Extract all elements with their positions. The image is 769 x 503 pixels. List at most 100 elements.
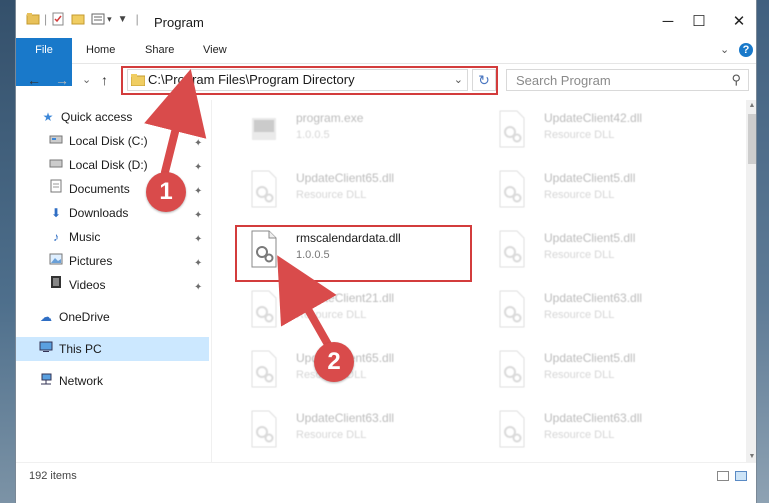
sidebar-item-videos[interactable]: Videos <box>49 273 105 297</box>
pin-icon[interactable]: ✦ <box>194 210 202 221</box>
properties-icon[interactable] <box>51 12 65 26</box>
quick-access-dropdown-icon[interactable]: ▼ <box>118 14 128 25</box>
step-badge-2: 2 <box>314 342 354 382</box>
sidebar-item-label: Downloads <box>69 206 129 220</box>
pin-icon[interactable]: ✦ <box>194 234 202 245</box>
scroll-up-icon[interactable]: ▲ <box>746 102 756 109</box>
customize-toolbar-icon[interactable] <box>91 12 105 26</box>
file-item[interactable]: UpdateClient65.dll Resource DLL <box>242 166 462 214</box>
sidebar-item-local-disk-d[interactable]: Local Disk (D:) <box>49 153 148 177</box>
file-name: UpdateClient21.dll <box>296 291 395 305</box>
videos-icon <box>49 273 63 297</box>
large-icons-view-icon[interactable] <box>735 471 747 481</box>
sidebar-item-quick-access[interactable]: ★ Quick access <box>41 105 133 129</box>
pin-icon[interactable]: ✦ <box>194 258 202 269</box>
file-item[interactable]: UpdateClient5.dll Resource DLL <box>490 346 730 394</box>
pin-icon[interactable]: ✦ <box>194 186 202 197</box>
new-folder-icon[interactable] <box>71 12 85 26</box>
scrollbar-thumb[interactable] <box>748 114 756 164</box>
drive-icon <box>49 129 63 153</box>
ribbon-expand-icon[interactable]: ⌄ <box>710 38 739 63</box>
recent-locations-icon[interactable]: ⌄ <box>82 73 91 86</box>
forward-arrow-icon[interactable]: → <box>55 72 69 88</box>
dll-file-icon <box>499 410 525 448</box>
window-title: Program <box>154 15 204 30</box>
tab-view[interactable]: View <box>193 38 237 63</box>
navigation-pane: ★ Quick access Local Disk (C:) ✦ Local Di… <box>16 100 211 462</box>
up-arrow-icon[interactable]: ↑ <box>101 72 108 88</box>
file-name: UpdateClient63.dll <box>544 291 643 305</box>
file-detail: Resource DLL <box>544 189 615 201</box>
chevron-down-icon[interactable]: ▾ <box>107 14 112 25</box>
maximize-button[interactable]: ☐ <box>684 9 714 35</box>
drive-icon <box>49 153 63 177</box>
sidebar-item-label: Music <box>69 230 101 244</box>
sidebar-item-music[interactable]: ♪ Music <box>49 225 100 249</box>
scroll-down-icon[interactable]: ▼ <box>746 453 756 460</box>
file-detail: Resource DLL <box>544 129 615 141</box>
file-item[interactable]: UpdateClient5.dll Resource DLL <box>490 226 730 274</box>
dll-file-icon <box>251 410 277 448</box>
back-arrow-icon[interactable]: ← <box>27 72 41 88</box>
file-item[interactable]: UpdateClient5.dll Resource DLL <box>490 166 730 214</box>
file-highlight-box <box>235 225 472 282</box>
pin-icon[interactable]: ✦ <box>194 282 202 293</box>
pin-icon[interactable]: ✦ <box>194 162 202 173</box>
sidebar-item-local-disk-c[interactable]: Local Disk (C:) <box>49 129 148 153</box>
tab-share[interactable]: Share <box>135 38 184 63</box>
navigation-bar: ← → ⌄ ↑ C:\Program Files\Program Directo… <box>16 63 756 99</box>
file-list: program.exe 1.0.0.5 UpdateClient42.dll R… <box>212 100 746 462</box>
step-badge-1: 1 <box>146 172 186 212</box>
sidebar-item-label: This PC <box>59 342 102 356</box>
address-highlight-box <box>121 66 498 95</box>
file-item[interactable]: UpdateClient63.dll Resource DLL <box>490 406 730 454</box>
search-icon[interactable]: ⚲ <box>731 72 741 88</box>
dll-file-icon <box>499 350 525 388</box>
toolbar-separator: | <box>135 12 139 26</box>
item-count: 192 items <box>29 470 77 482</box>
file-detail: Resource DLL <box>544 369 615 381</box>
star-icon: ★ <box>42 110 54 124</box>
sidebar-item-downloads[interactable]: ⬇ Downloads <box>49 201 128 225</box>
file-name: UpdateClient42.dll <box>544 111 643 125</box>
search-placeholder: Search Program <box>516 73 611 88</box>
tab-home[interactable]: Home <box>76 38 125 63</box>
file-item[interactable]: UpdateClient42.dll Resource DLL <box>490 106 730 154</box>
vertical-scrollbar[interactable]: ▲ ▼ <box>746 100 756 462</box>
details-view-icon[interactable] <box>717 471 729 481</box>
sidebar-item-label: Documents <box>69 182 130 196</box>
file-name: UpdateClient63.dll <box>544 411 643 425</box>
exe-file-icon <box>252 118 276 140</box>
close-button[interactable]: ✕ <box>724 9 754 35</box>
sidebar-item-onedrive[interactable]: ☁ OneDrive <box>39 305 110 329</box>
sidebar-item-label: Videos <box>69 278 106 292</box>
file-name: UpdateClient65.dll <box>296 171 395 185</box>
sidebar-item-label: Quick access <box>61 110 133 124</box>
search-box[interactable]: Search Program ⚲ <box>506 69 749 91</box>
sidebar-item-documents[interactable]: Documents <box>49 177 130 201</box>
desktop-background-left <box>0 0 15 503</box>
sidebar-item-label: Network <box>59 374 104 388</box>
pictures-icon <box>49 249 63 273</box>
file-detail: Resource DLL <box>296 429 367 441</box>
network-icon <box>39 369 53 393</box>
file-detail: Resource DLL <box>544 249 615 261</box>
file-detail: Resource DLL <box>544 429 615 441</box>
computer-icon <box>39 337 53 361</box>
file-item[interactable]: UpdateClient63.dll Resource DLL <box>490 286 730 334</box>
sidebar-item-label: OneDrive <box>59 310 110 324</box>
folder-icon[interactable] <box>26 12 40 26</box>
file-detail: 1.0.0.5 <box>296 129 330 141</box>
file-item[interactable]: program.exe 1.0.0.5 <box>242 106 462 154</box>
sidebar-item-network[interactable]: Network <box>39 369 103 393</box>
file-item[interactable]: UpdateClient21.dll Resource DLL <box>242 286 462 334</box>
file-item[interactable]: UpdateClient63.dll Resource DLL <box>242 406 462 454</box>
pin-icon[interactable]: ✦ <box>194 138 202 149</box>
sidebar-item-this-pc[interactable]: This PC <box>39 337 102 361</box>
quick-access-toolbar: | ▾ ▼ | <box>26 12 139 26</box>
minimize-button[interactable]: ─ <box>653 9 683 35</box>
sidebar-item-label: Pictures <box>69 254 113 268</box>
sidebar-item-pictures[interactable]: Pictures <box>49 249 112 273</box>
help-icon[interactable]: ? <box>739 43 753 57</box>
file-name: UpdateClient5.dll <box>544 171 636 185</box>
